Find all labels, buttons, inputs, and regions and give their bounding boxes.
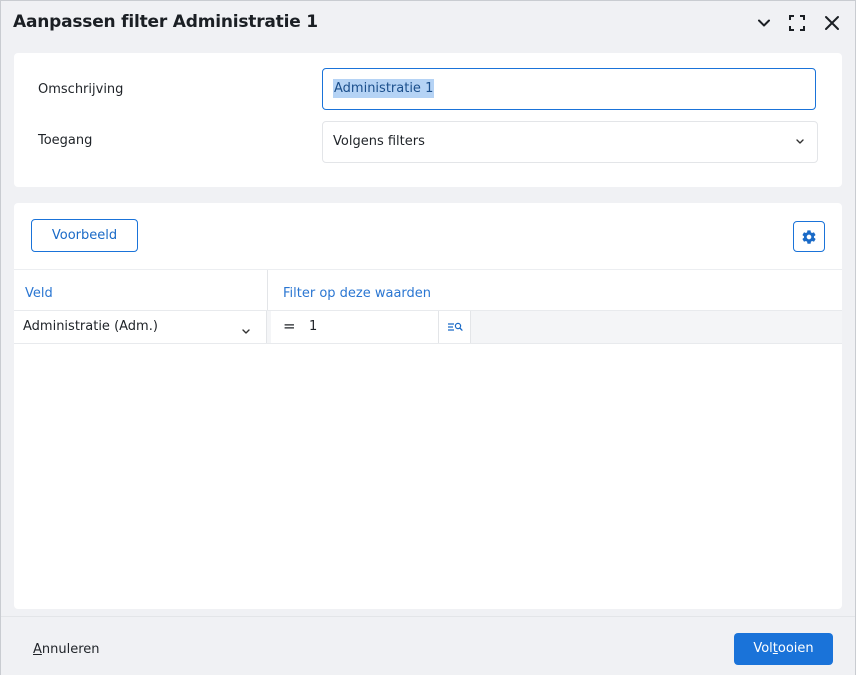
settings-button[interactable] (793, 221, 825, 252)
close-icon (825, 16, 839, 30)
lookup-button[interactable] (439, 311, 471, 343)
chevron-down-icon (241, 322, 251, 341)
table-row: Administratie (Adm.) = 1 (14, 310, 842, 344)
dialog-titlebar: Aanpassen filter Administratie 1 (1, 1, 855, 45)
cancel-button[interactable]: Annuleren (33, 642, 100, 657)
filter-grid-card: Voorbeeld Veld Filter op deze waarden Ad… (14, 203, 842, 609)
filter-dialog: Aanpassen filter Administratie 1 Omschri… (0, 0, 856, 675)
field-select[interactable]: Administratie (Adm.) (14, 311, 267, 343)
access-selected-value: Volgens filters (333, 134, 425, 149)
filter-lookup-icon (447, 322, 463, 331)
description-label: Omschrijving (38, 82, 124, 97)
preview-button[interactable]: Voorbeeld (31, 219, 138, 252)
dialog-footer: Annuleren Voltooien (1, 616, 855, 675)
grid-top-divider (14, 269, 842, 270)
access-label: Toegang (38, 133, 93, 148)
column-header-field[interactable]: Veld (25, 286, 53, 301)
collapse-button[interactable] (753, 12, 775, 34)
chevron-down-icon (758, 19, 770, 27)
filter-value: 1 (309, 319, 318, 334)
dialog-title: Aanpassen filter Administratie 1 (13, 12, 318, 32)
finish-button[interactable]: Voltooien (734, 633, 833, 665)
column-header-filter-values[interactable]: Filter op deze waarden (283, 286, 431, 301)
description-value: Administratie 1 (333, 79, 435, 98)
field-value: Administratie (Adm.) (23, 319, 158, 334)
close-button[interactable] (821, 12, 843, 34)
access-select[interactable]: Volgens filters (322, 121, 818, 163)
chevron-down-icon (795, 122, 805, 179)
filter-value-input[interactable]: = 1 (271, 311, 439, 343)
description-input[interactable]: Administratie 1 (322, 68, 816, 110)
maximize-button[interactable] (786, 12, 808, 34)
gear-icon (802, 229, 816, 244)
maximize-icon (789, 15, 805, 31)
properties-card: Omschrijving Administratie 1 Toegang Vol… (14, 53, 842, 187)
operator-equals[interactable]: = (283, 317, 296, 335)
